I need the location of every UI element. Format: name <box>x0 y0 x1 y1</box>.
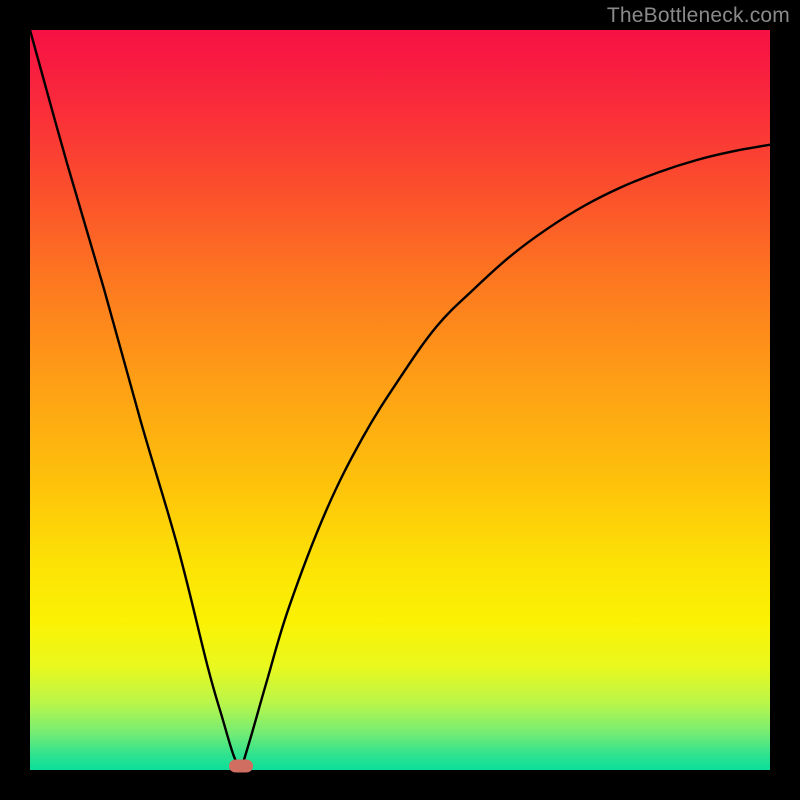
curve-left-branch <box>30 30 241 770</box>
watermark-text: TheBottleneck.com <box>607 4 790 28</box>
curve-right-branch <box>241 145 770 770</box>
minimum-marker <box>229 760 253 773</box>
curve-layer <box>30 30 770 770</box>
chart-frame: TheBottleneck.com <box>0 0 800 800</box>
plot-area <box>30 30 770 770</box>
